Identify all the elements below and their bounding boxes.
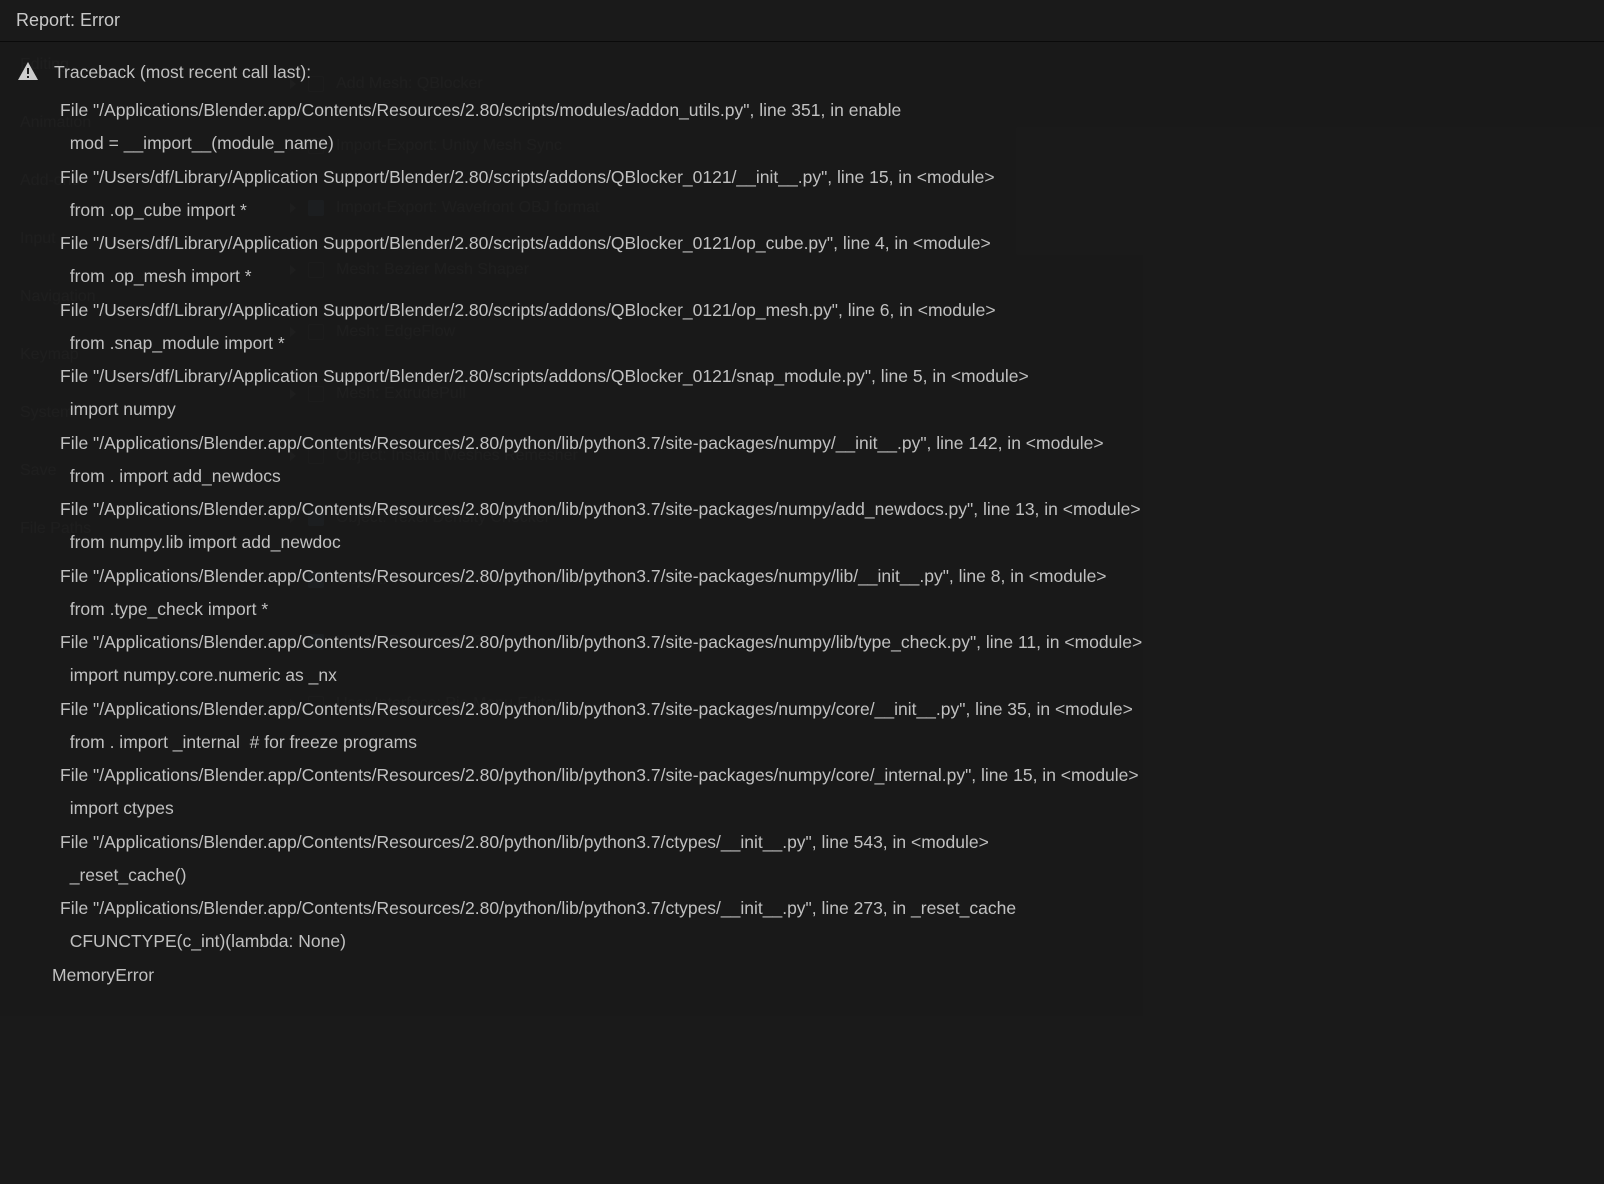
report-title: Report: Error — [16, 10, 120, 30]
traceback-line: from .op_mesh import * — [60, 260, 1588, 293]
traceback-line: from .type_check import * — [60, 593, 1588, 626]
traceback-line: File "/Applications/Blender.app/Contents… — [60, 693, 1588, 726]
traceback-line: from .snap_module import * — [60, 327, 1588, 360]
traceback-line: File "/Users/df/Library/Application Supp… — [60, 360, 1588, 393]
traceback-line: import numpy.core.numeric as _nx — [60, 659, 1588, 692]
traceback-first-line: Traceback (most recent call last): — [54, 62, 311, 83]
traceback-line: mod = __import__(module_name) — [60, 127, 1588, 160]
traceback-line: File "/Applications/Blender.app/Contents… — [60, 493, 1588, 526]
traceback-final: MemoryError — [52, 959, 1588, 992]
report-body: Traceback (most recent call last): File … — [0, 42, 1604, 1010]
traceback-line: File "/Applications/Blender.app/Contents… — [60, 626, 1588, 659]
traceback-line: File "/Applications/Blender.app/Contents… — [60, 94, 1588, 127]
traceback-line: File "/Users/df/Library/Application Supp… — [60, 161, 1588, 194]
traceback-line: from . import _internal # for freeze pro… — [60, 726, 1588, 759]
traceback-line: CFUNCTYPE(c_int)(lambda: None) — [60, 925, 1588, 958]
traceback-line: from .op_cube import * — [60, 194, 1588, 227]
traceback-line: File "/Applications/Blender.app/Contents… — [60, 826, 1588, 859]
traceback-line: import ctypes — [60, 792, 1588, 825]
traceback-line: File "/Applications/Blender.app/Contents… — [60, 892, 1588, 925]
traceback-line: File "/Users/df/Library/Application Supp… — [60, 227, 1588, 260]
report-header: Report: Error — [0, 0, 1604, 42]
traceback-line: from . import add_newdocs — [60, 460, 1588, 493]
traceback-line: import numpy — [60, 393, 1588, 426]
warning-icon — [16, 60, 40, 84]
error-report-panel: Report: Error Traceback (most recent cal… — [0, 0, 1604, 1184]
traceback-line: _reset_cache() — [60, 859, 1588, 892]
traceback-line: File "/Applications/Blender.app/Contents… — [60, 759, 1588, 792]
traceback-header-row: Traceback (most recent call last): — [16, 60, 1588, 84]
traceback-line: from numpy.lib import add_newdoc — [60, 526, 1588, 559]
traceback-line: File "/Applications/Blender.app/Contents… — [60, 560, 1588, 593]
traceback-line: File "/Users/df/Library/Application Supp… — [60, 294, 1588, 327]
traceback-line: File "/Applications/Blender.app/Contents… — [60, 427, 1588, 460]
